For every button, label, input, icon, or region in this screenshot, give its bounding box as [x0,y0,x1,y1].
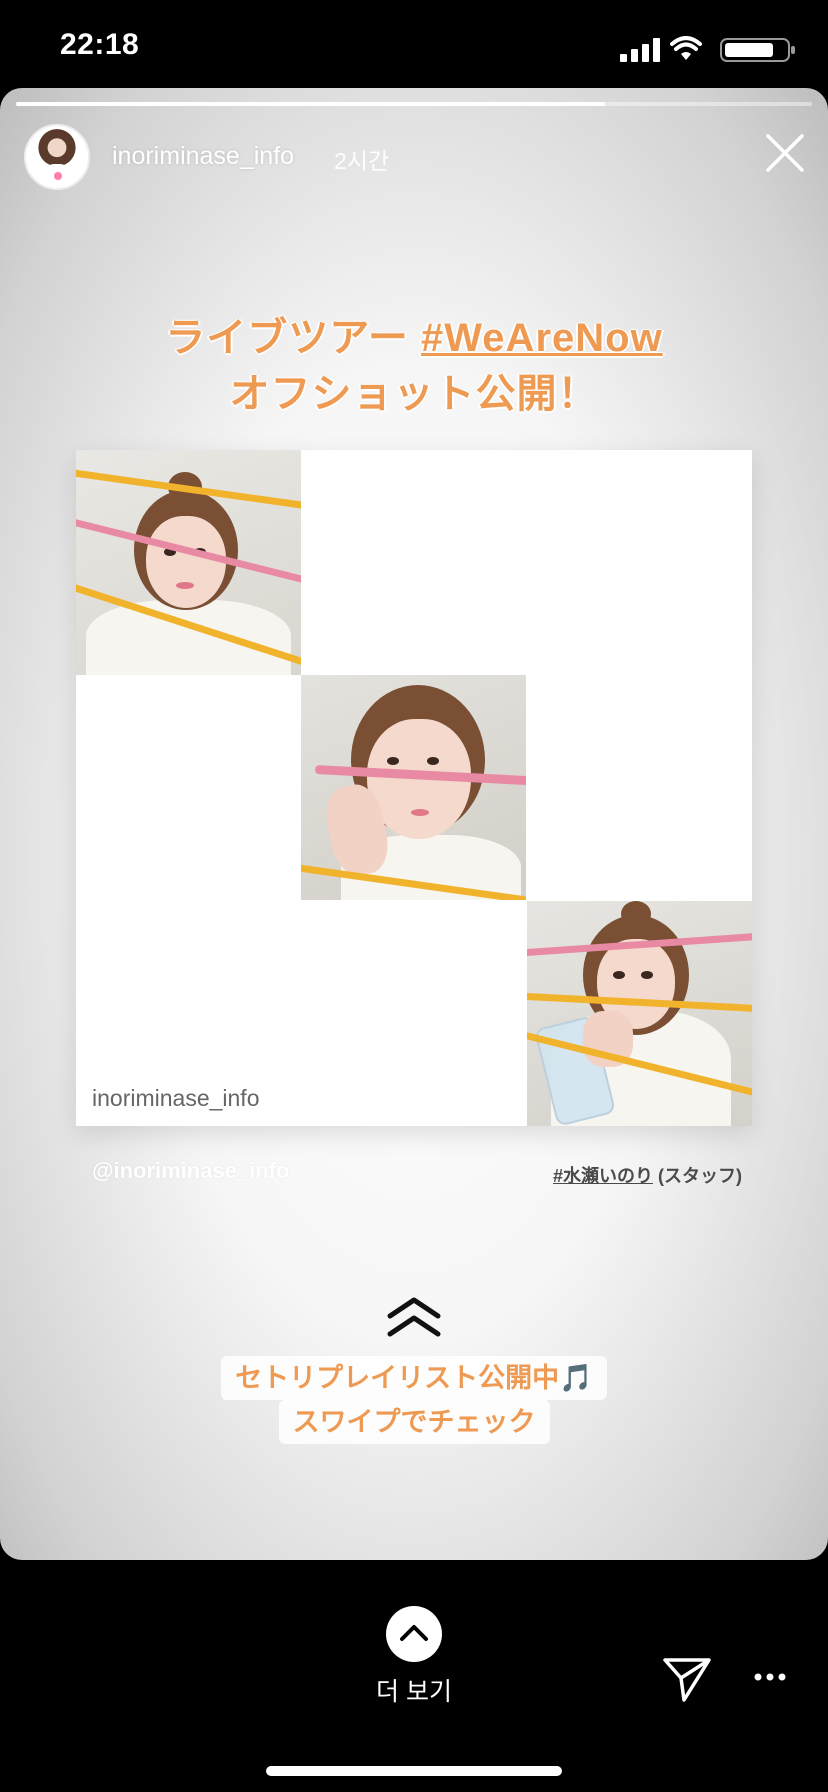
mention-sticker[interactable]: @inoriminase_info [92,1158,289,1184]
story-progress-fill [16,102,606,106]
photo-2 [301,675,526,900]
status-icons [598,34,798,64]
headline-text: ライブツアー [165,316,422,360]
collage-watermark: inoriminase_info [92,1085,260,1111]
send-icon[interactable] [662,1656,712,1702]
home-indicator[interactable] [266,1766,562,1776]
headline-hashtag[interactable]: #WeAreNow [421,316,663,360]
story-headline: ライブツアー #WeAreNow オフショット公開！ [0,310,828,422]
chevron-up-icon [400,1625,428,1641]
photo-3 [527,901,752,1126]
close-icon[interactable] [764,132,806,174]
more-icon[interactable] [754,1672,786,1682]
post-time: 2시간 [334,148,390,174]
credit-suffix: (スタッフ) [653,1166,742,1186]
photo-1 [76,450,301,675]
hashtag-credit: #水瀬いのり (スタッフ) [553,1162,742,1188]
battery-icon [720,38,795,62]
headline-line2: オフショット公開！ [229,372,599,416]
swipe-up-prompt: セトリプレイリスト公開中🎵 スワイプでチェック [0,1356,828,1444]
signal-icon [620,38,662,62]
wifi-icon [670,36,702,60]
swipe-text-line2: スワイプでチェック [278,1400,550,1444]
story-viewer[interactable]: inoriminase_info 2시간 ライブツアー #WeAreNow オフ… [0,88,828,1560]
username[interactable]: inoriminase_info [112,142,294,171]
avatar[interactable] [24,124,90,190]
swipe-text-line1: セトリプレイリスト公開中🎵 [221,1356,607,1400]
hashtag-sticker[interactable]: #水瀬いのり [553,1166,653,1186]
chevron-up-icon [387,1297,441,1337]
status-time: 22:18 [60,28,140,61]
see-more-button[interactable] [386,1606,442,1662]
photo-collage: inoriminase_info [76,450,752,1126]
story-progress-bar [16,102,812,106]
